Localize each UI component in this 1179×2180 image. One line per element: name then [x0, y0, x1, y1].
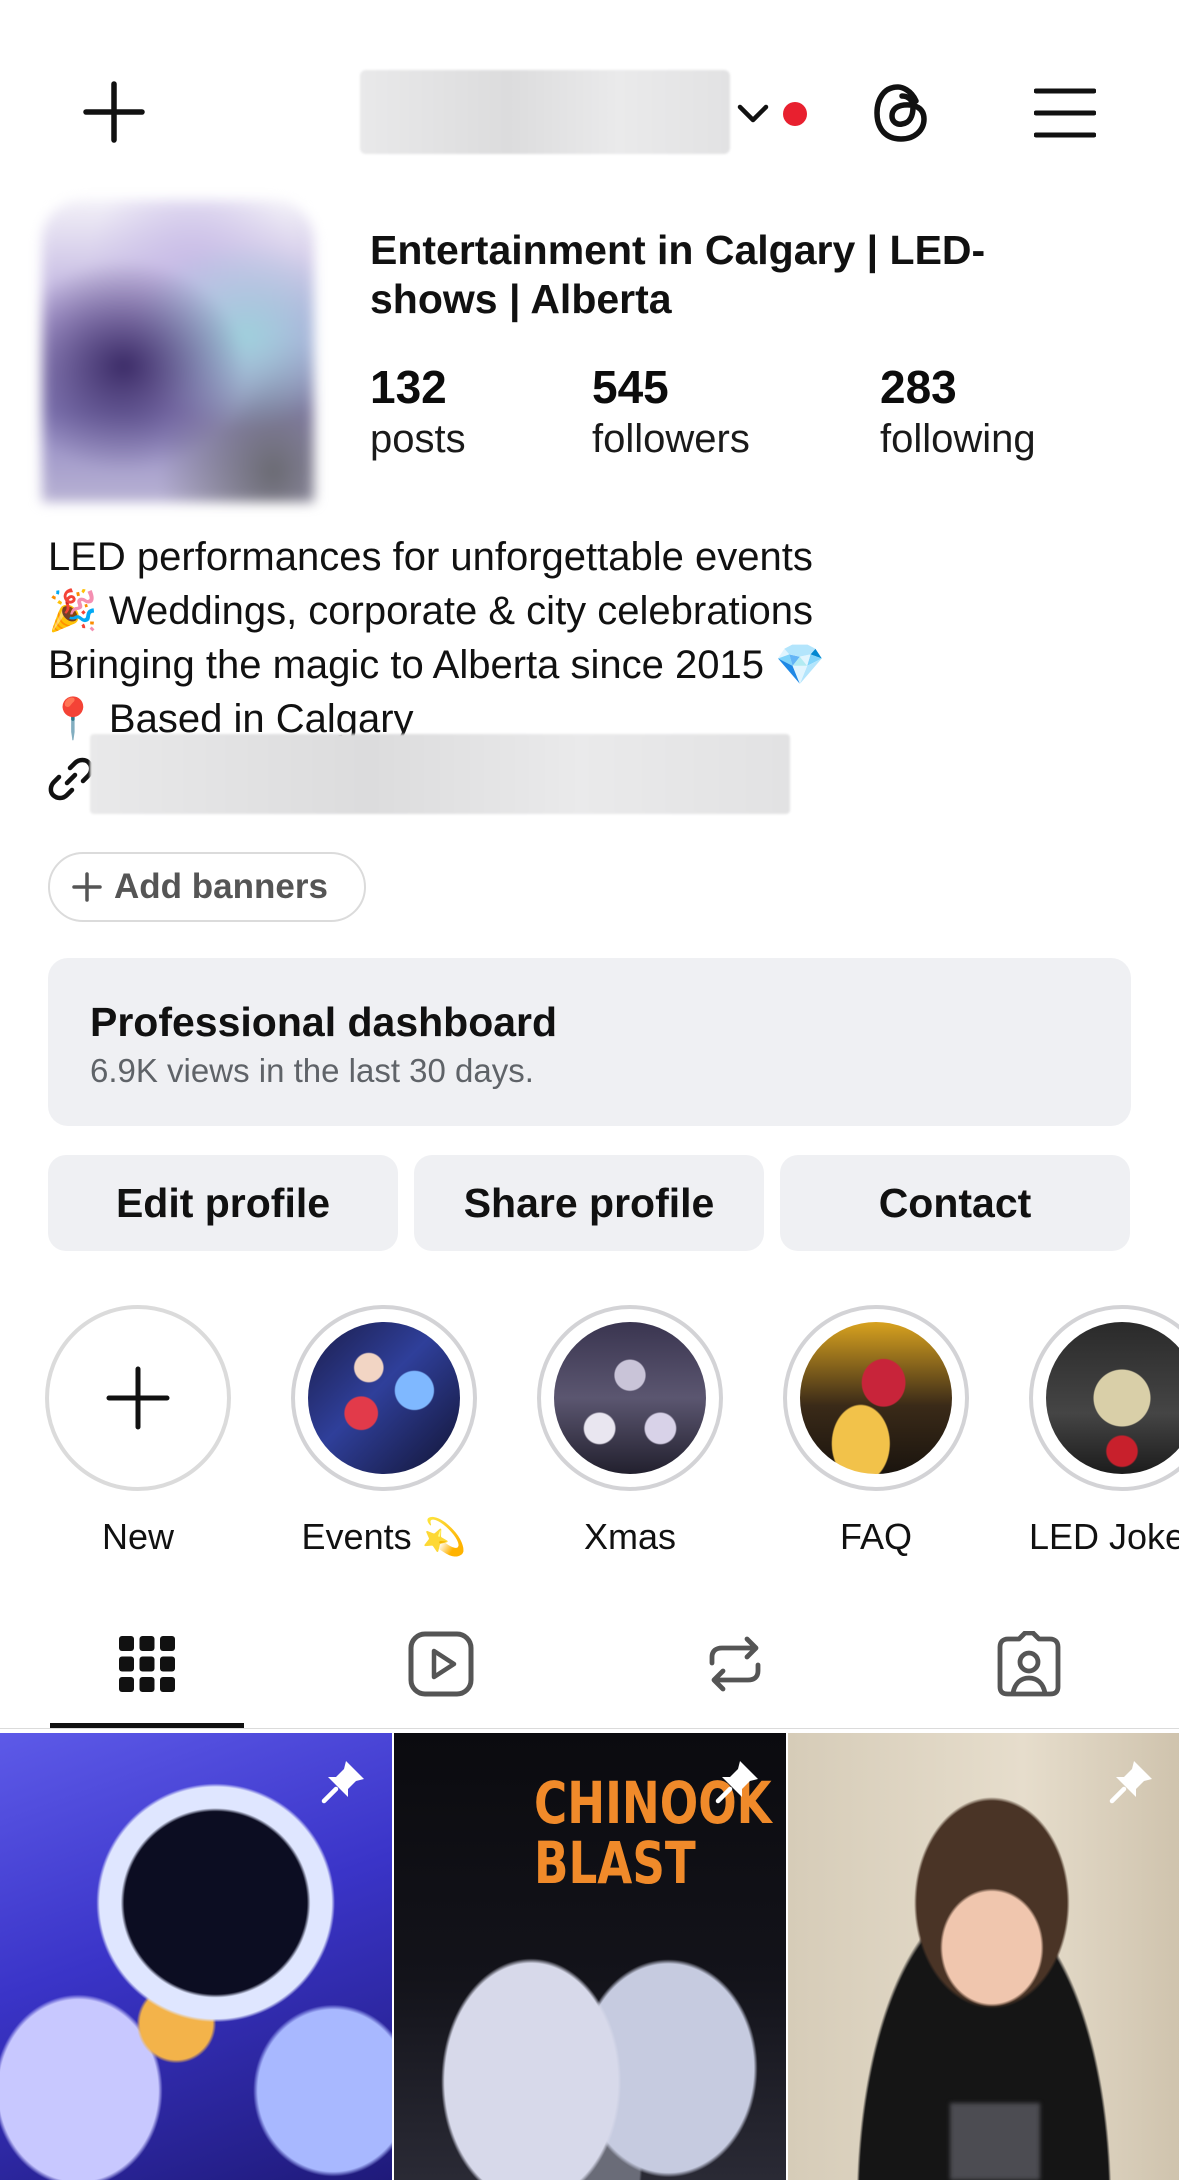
highlight-cover-image [554, 1322, 706, 1474]
stat-posts[interactable]: 132 posts [370, 360, 466, 464]
link-url-redacted [90, 734, 790, 814]
highlight-label: Xmas [583, 1516, 677, 1557]
highlight-label: Events 💫 [301, 1516, 467, 1557]
stat-posts-label: posts [370, 417, 466, 461]
menu-button[interactable] [1030, 82, 1100, 144]
highlight-faq[interactable]: FAQ [776, 1305, 976, 1559]
stat-following[interactable]: 283 following [880, 360, 1036, 464]
tab-divider [0, 1728, 1179, 1729]
highlight-label: LED Jokers [1028, 1516, 1179, 1557]
profile-name: Entertainment in Calgary | LED-shows | A… [370, 227, 986, 322]
post-tile[interactable]: CHINOOK BLAST [394, 1733, 786, 2180]
tab-reels[interactable] [294, 1620, 588, 1708]
dashboard-title: Professional dashboard [90, 999, 558, 1045]
profile-link[interactable] [48, 734, 808, 814]
bio-line: Bringing the magic to Alberta since 2015… [48, 643, 825, 687]
bio-line: LED performances for unforgettable event… [48, 535, 813, 579]
grid-icon [119, 1636, 175, 1692]
highlight-cover-image [1046, 1322, 1179, 1474]
post-tile[interactable] [0, 1733, 392, 2180]
chevron-down-icon [737, 104, 769, 123]
add-banners-label: Add banners [114, 867, 328, 906]
link-icon [48, 757, 94, 801]
username-redacted[interactable] [360, 70, 730, 154]
highlight-events[interactable]: Events 💫 [284, 1305, 484, 1559]
notification-dot [783, 102, 807, 126]
highlight-xmas[interactable]: Xmas [530, 1305, 730, 1559]
highlight-cover-image [800, 1322, 952, 1474]
new-post-button[interactable] [78, 76, 150, 148]
threads-icon [874, 84, 927, 142]
highlight-cover-image [308, 1322, 460, 1474]
reposts-icon [709, 1636, 761, 1692]
overlay-line: BLAST [534, 1829, 696, 1897]
tab-posts-grid[interactable] [0, 1620, 294, 1708]
profile-avatar[interactable] [42, 200, 314, 502]
pin-icon [715, 1761, 758, 1804]
dashboard-subtitle: 6.9K views in the last 30 days. [90, 1052, 534, 1089]
pin-icon [321, 1761, 364, 1804]
hamburger-menu-icon [1034, 88, 1096, 138]
tab-tagged[interactable] [882, 1620, 1176, 1708]
profile-bio: LED performances for unforgettable event… [48, 530, 1148, 746]
tab-reposts[interactable] [588, 1620, 882, 1708]
highlight-label: New [101, 1516, 175, 1557]
post-tile[interactable] [788, 1733, 1179, 2180]
stat-followers-label: followers [592, 417, 750, 461]
stat-followers[interactable]: 545 followers [592, 360, 750, 464]
bio-line: 🎉 Weddings, corporate & city celebration… [48, 589, 813, 633]
plus-icon [83, 81, 145, 143]
highlight-label: FAQ [839, 1516, 913, 1557]
post-image-redacted [950, 2103, 1040, 2180]
stat-following-value: 283 [880, 361, 957, 413]
stat-following-label: following [880, 417, 1036, 461]
contact-button[interactable]: Contact [780, 1155, 1130, 1251]
tagged-icon [997, 1631, 1061, 1697]
plus-icon [106, 1366, 170, 1430]
threads-button[interactable] [866, 74, 938, 152]
stat-followers-value: 545 [592, 361, 669, 413]
highlight-new[interactable]: New [38, 1305, 238, 1559]
share-profile-button[interactable]: Share profile [414, 1155, 764, 1251]
pin-icon [1109, 1761, 1152, 1804]
professional-dashboard-card[interactable]: Professional dashboard 6.9K views in the… [48, 958, 1131, 1126]
add-banners-button[interactable]: Add banners [48, 852, 366, 922]
edit-profile-button[interactable]: Edit profile [48, 1155, 398, 1251]
account-switcher-button[interactable] [733, 96, 773, 132]
highlight-led-jokers[interactable]: LED Jokers [1022, 1305, 1179, 1559]
reels-icon [408, 1631, 474, 1697]
plus-icon [72, 872, 102, 902]
stat-posts-value: 132 [370, 361, 447, 413]
